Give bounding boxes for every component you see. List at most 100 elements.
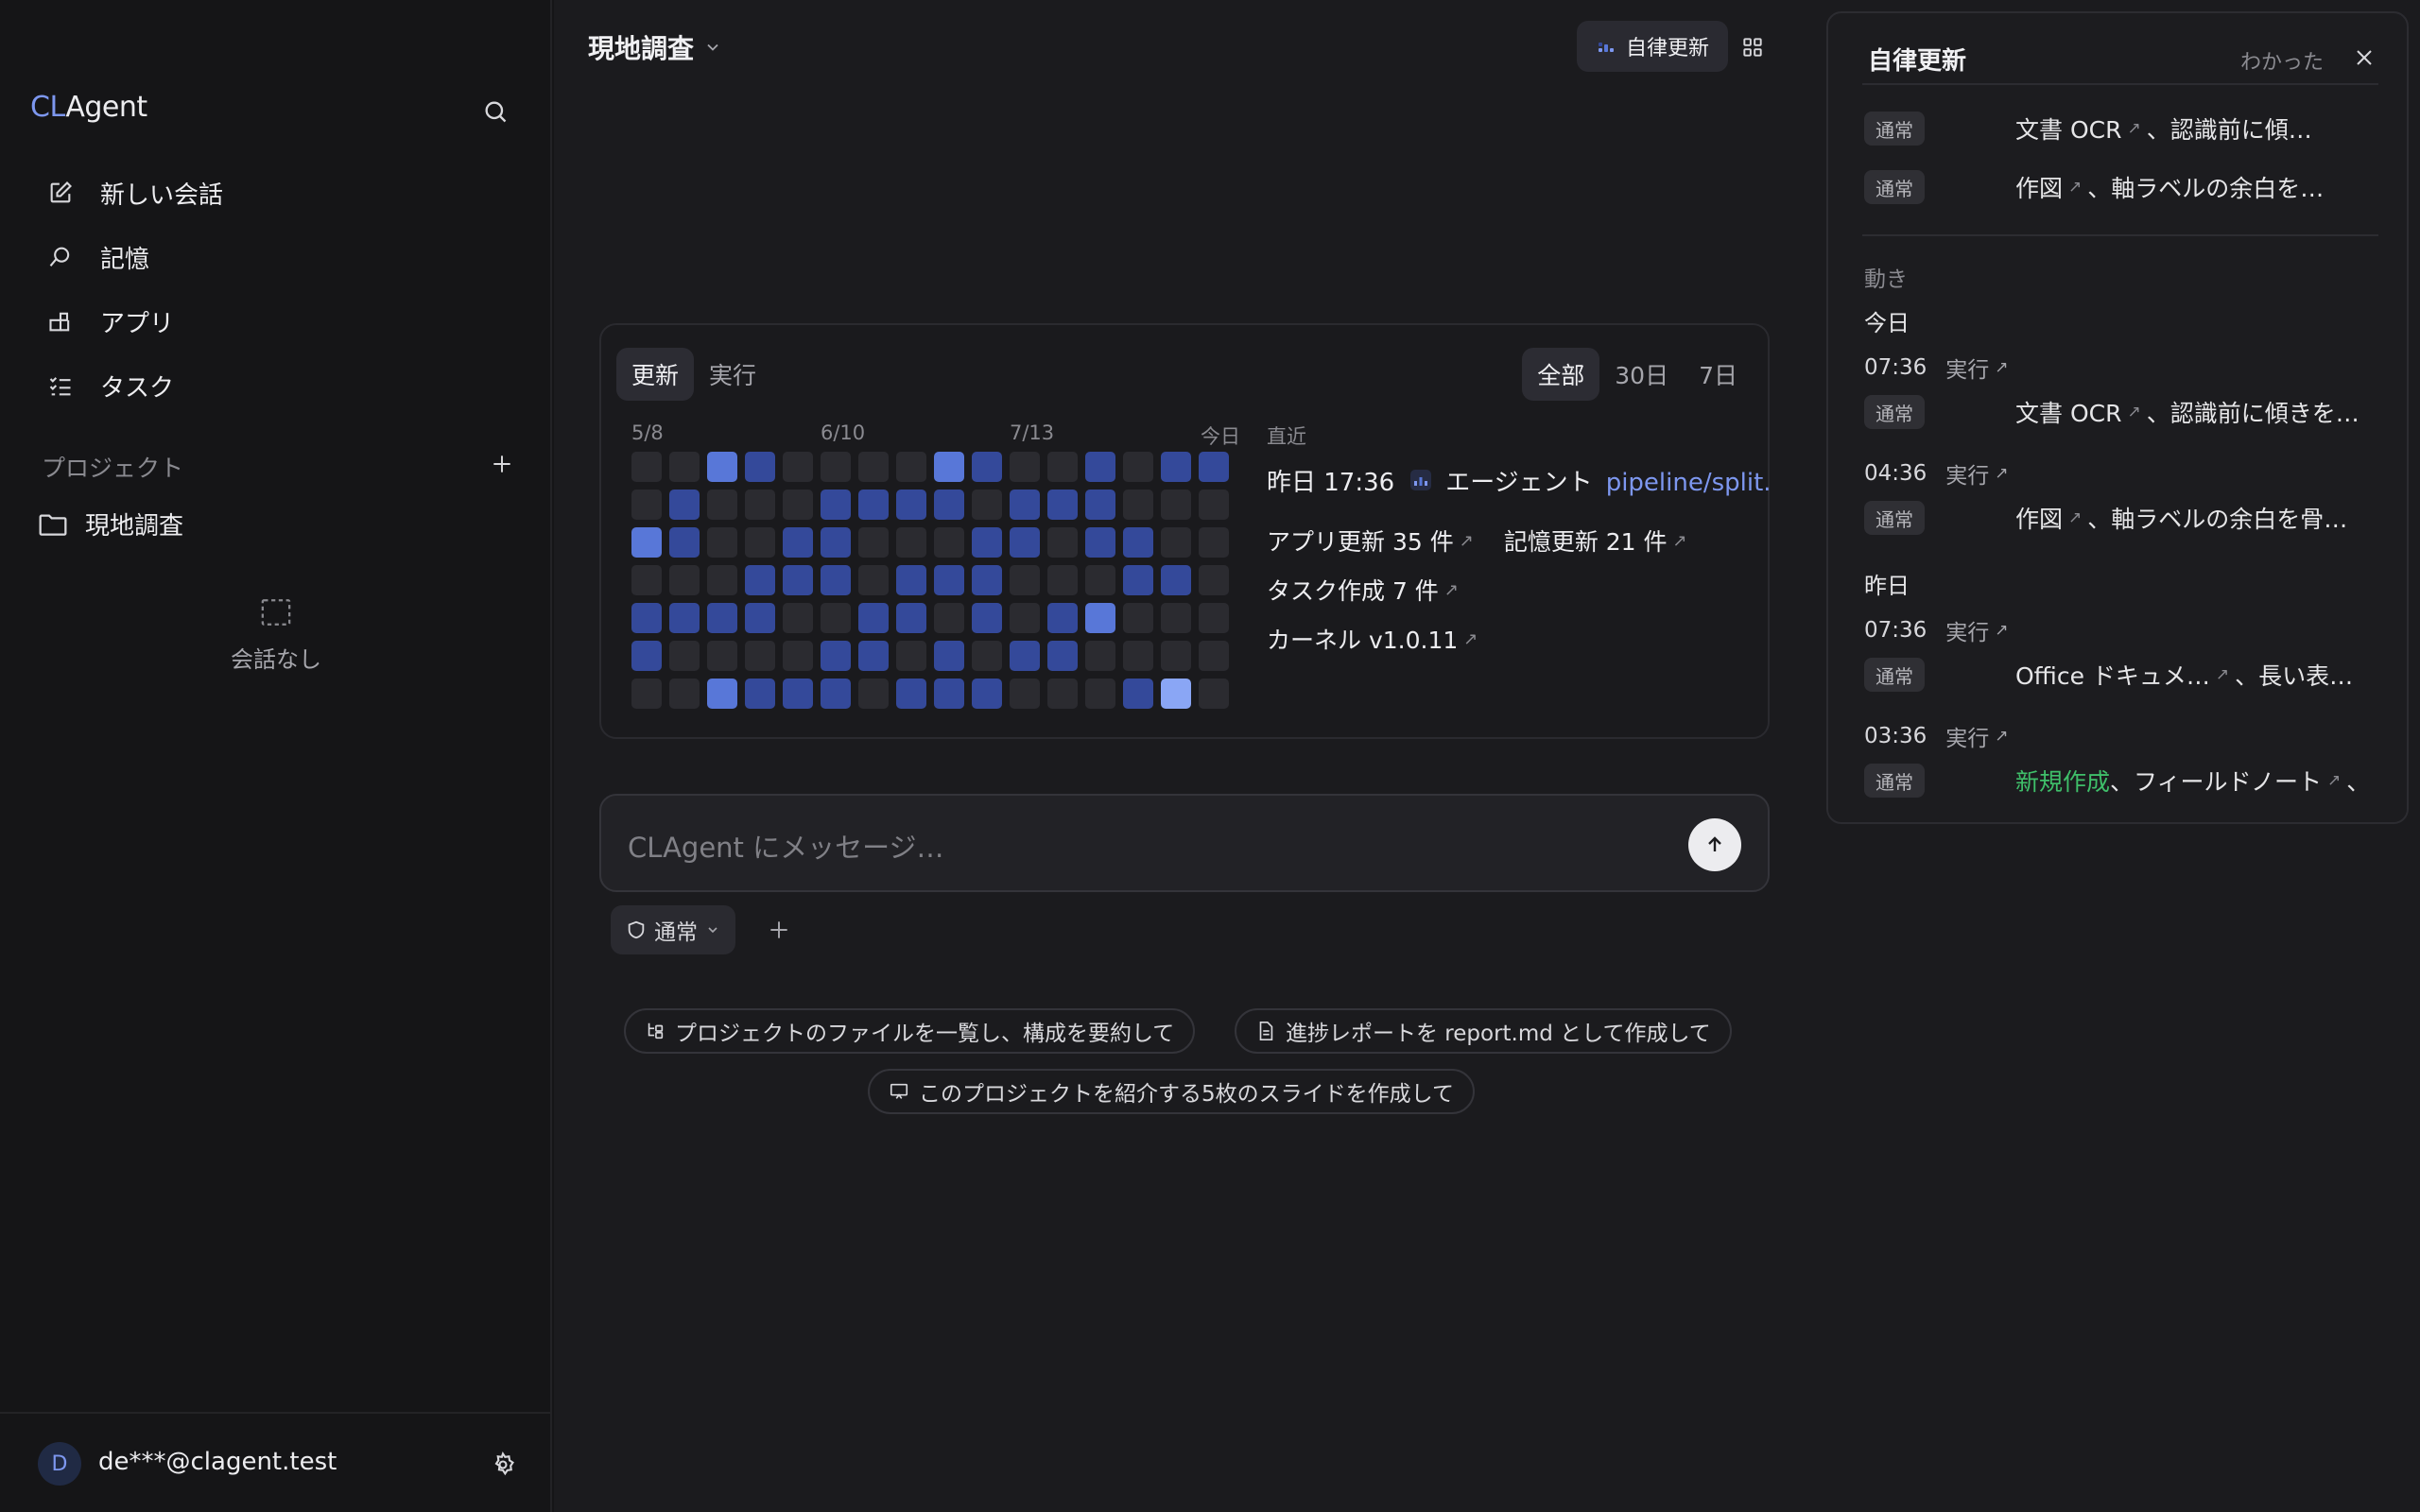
heatmap-cell[interactable] (934, 527, 964, 558)
heatmap-cell[interactable] (783, 565, 813, 595)
nav-new-chat[interactable]: 新しい会話 (38, 161, 529, 225)
search-icon[interactable] (478, 94, 512, 129)
heatmap-cell[interactable] (1047, 490, 1078, 520)
heatmap-cell[interactable] (783, 490, 813, 520)
heatmap-cell[interactable] (972, 452, 1002, 482)
stat-tasks-created[interactable]: タスク作成 7 件 ↗ (1267, 573, 1459, 607)
heatmap-cell[interactable] (1199, 452, 1229, 482)
heatmap-cell[interactable] (896, 490, 926, 520)
heatmap-cell[interactable] (896, 603, 926, 633)
heatmap-cell[interactable] (934, 565, 964, 595)
heatmap-cell[interactable] (783, 603, 813, 633)
heatmap-cell[interactable] (1085, 679, 1115, 709)
heatmap-cell[interactable] (858, 527, 889, 558)
recent-file-link[interactable]: pipeline/split.py を… (1606, 463, 1770, 498)
heatmap-cell[interactable] (1123, 490, 1153, 520)
heatmap-cell[interactable] (934, 603, 964, 633)
heatmap-cell[interactable] (1010, 565, 1040, 595)
heatmap-cell[interactable] (858, 565, 889, 595)
heatmap-cell[interactable] (821, 490, 851, 520)
heatmap-cell[interactable] (631, 603, 662, 633)
heatmap-cell[interactable] (896, 641, 926, 671)
heatmap-cell[interactable] (896, 565, 926, 595)
heatmap-cell[interactable] (858, 641, 889, 671)
heatmap-cell[interactable] (1123, 641, 1153, 671)
heatmap-cell[interactable] (821, 527, 851, 558)
send-button[interactable] (1688, 818, 1741, 871)
heatmap-cell[interactable] (707, 641, 737, 671)
heatmap-cell[interactable] (821, 679, 851, 709)
heatmap-cell[interactable] (1085, 641, 1115, 671)
heatmap-cell[interactable] (745, 641, 775, 671)
heatmap-cell[interactable] (858, 490, 889, 520)
gear-icon[interactable] (486, 1448, 520, 1482)
heatmap-cell[interactable] (669, 641, 700, 671)
tab-runs[interactable]: 実行 (694, 348, 771, 401)
heatmap-cell[interactable] (1161, 603, 1191, 633)
heatmap-cell[interactable] (1047, 565, 1078, 595)
heatmap-cell[interactable] (745, 679, 775, 709)
nav-tasks[interactable]: タスク (38, 353, 529, 418)
heatmap-cell[interactable] (1010, 490, 1040, 520)
entry-kind[interactable]: 実行 (1945, 614, 1989, 646)
heatmap-cell[interactable] (1161, 679, 1191, 709)
heatmap-cell[interactable] (972, 490, 1002, 520)
heatmap-cell[interactable] (972, 679, 1002, 709)
grid-icon[interactable] (1734, 28, 1772, 66)
heatmap-cell[interactable] (1085, 452, 1115, 482)
heatmap-cell[interactable] (1010, 527, 1040, 558)
heatmap-cell[interactable] (783, 527, 813, 558)
heatmap-cell[interactable] (707, 679, 737, 709)
entry-kind[interactable]: 実行 (1945, 352, 1989, 384)
heatmap-cell[interactable] (745, 490, 775, 520)
heatmap-cell[interactable] (934, 679, 964, 709)
heatmap-cell[interactable] (1123, 679, 1153, 709)
heatmap-cell[interactable] (1161, 452, 1191, 482)
suggestion-chip[interactable]: 進捗レポートを report.md として作成して (1235, 1008, 1732, 1054)
heatmap-cell[interactable] (1123, 603, 1153, 633)
heatmap-cell[interactable] (934, 641, 964, 671)
heatmap-cell[interactable] (669, 527, 700, 558)
close-icon[interactable] (2348, 42, 2380, 74)
heatmap-cell[interactable] (1199, 603, 1229, 633)
heatmap-cell[interactable] (745, 565, 775, 595)
heatmap-cell[interactable] (821, 452, 851, 482)
message-composer[interactable]: CLAgent にメッセージ… (599, 794, 1770, 892)
heatmap-cell[interactable] (1199, 641, 1229, 671)
heatmap-cell[interactable] (972, 603, 1002, 633)
heatmap-cell[interactable] (669, 679, 700, 709)
heatmap-cell[interactable] (669, 490, 700, 520)
heatmap-cell[interactable] (1085, 565, 1115, 595)
heatmap-cell[interactable] (1010, 679, 1040, 709)
nav-memory[interactable]: 記憶 (38, 225, 529, 289)
mode-selector[interactable]: 通常 (611, 905, 735, 954)
heatmap-cell[interactable] (1010, 603, 1040, 633)
heatmap-cell[interactable] (1047, 679, 1078, 709)
message-input[interactable]: CLAgent にメッセージ… (628, 826, 944, 866)
panel-item[interactable]: 作図 ↗ 、軸ラベルの余白を… (2015, 170, 2375, 204)
entry-kind[interactable]: 実行 (1945, 457, 1989, 490)
heatmap-cell[interactable] (631, 527, 662, 558)
heatmap-cell[interactable] (669, 565, 700, 595)
panel-item[interactable]: Office ドキュメ… ↗ 、長い表… (2015, 658, 2375, 692)
heatmap-cell[interactable] (745, 452, 775, 482)
heatmap-cell[interactable] (745, 527, 775, 558)
panel-item[interactable]: 作図 ↗ 、軸ラベルの余白を骨… (2015, 501, 2375, 535)
range-30d[interactable]: 30日 (1599, 348, 1684, 401)
heatmap-cell[interactable] (1047, 603, 1078, 633)
heatmap-cell[interactable] (896, 452, 926, 482)
heatmap-cell[interactable] (783, 452, 813, 482)
heatmap-cell[interactable] (669, 452, 700, 482)
heatmap-cell[interactable] (783, 641, 813, 671)
stat-app-updates[interactable]: アプリ更新 35 件 ↗ (1267, 524, 1474, 558)
suggestion-chip[interactable]: このプロジェクトを紹介する5枚のスライドを作成して (868, 1069, 1475, 1114)
range-7d[interactable]: 7日 (1684, 348, 1753, 401)
heatmap-cell[interactable] (707, 603, 737, 633)
heatmap-cell[interactable] (972, 527, 1002, 558)
app-logo[interactable]: CLAgent (30, 91, 147, 124)
heatmap-cell[interactable] (1010, 641, 1040, 671)
heatmap-cell[interactable] (707, 452, 737, 482)
heatmap-cell[interactable] (934, 452, 964, 482)
heatmap-cell[interactable] (1199, 527, 1229, 558)
heatmap-cell[interactable] (1199, 565, 1229, 595)
